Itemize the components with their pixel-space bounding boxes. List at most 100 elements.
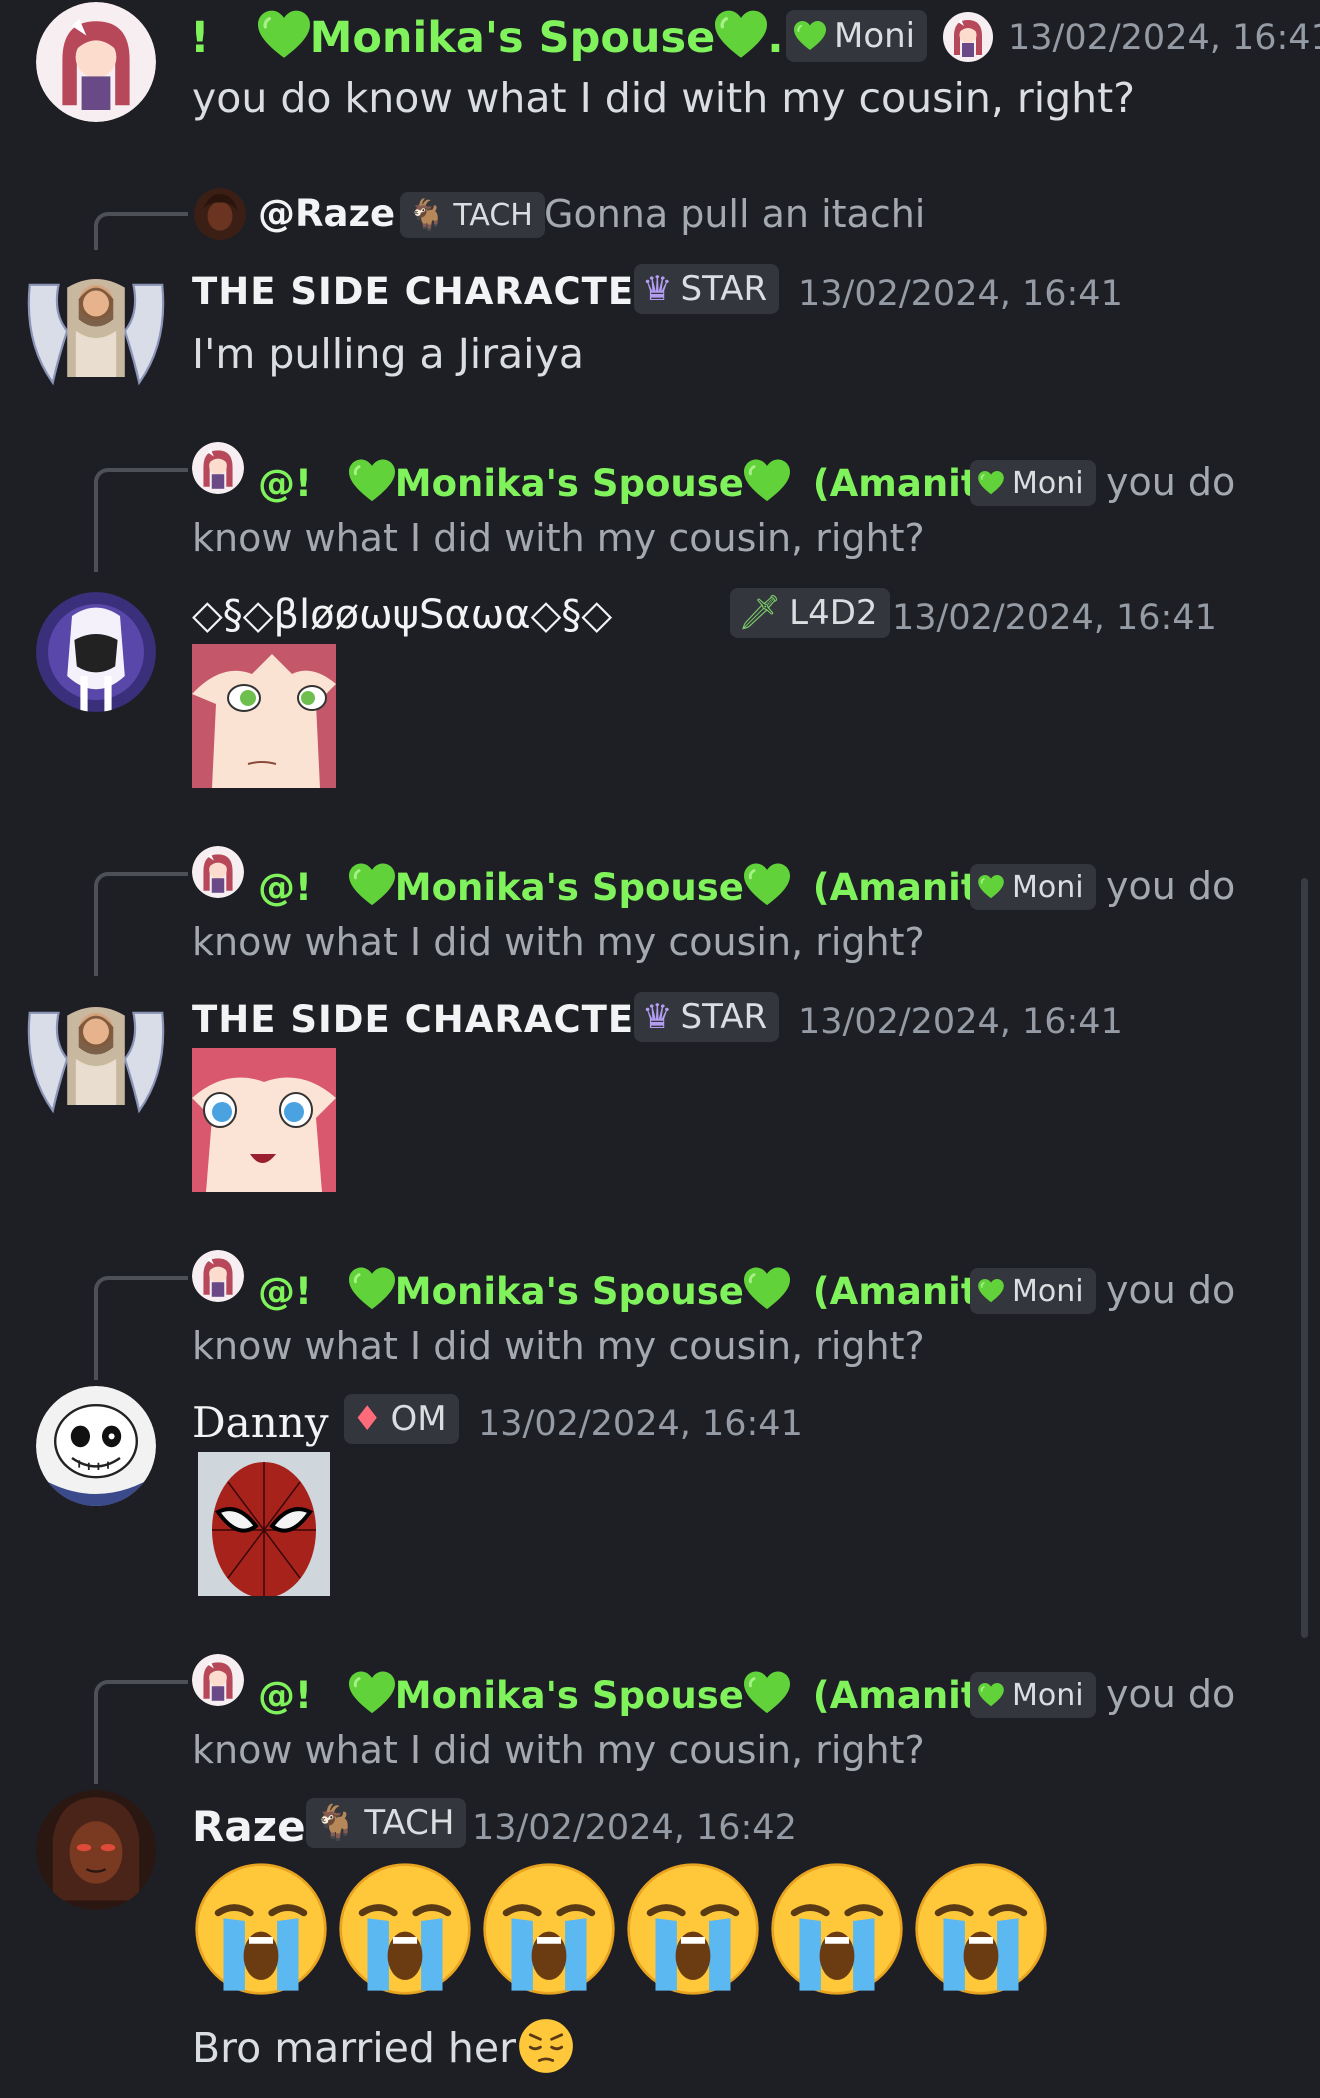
reply-connector — [94, 468, 188, 572]
message-text: Bro married her — [192, 2018, 574, 2074]
tag-label: STAR — [680, 997, 768, 1037]
reply-avatar[interactable] — [192, 442, 244, 494]
scrollbar[interactable] — [1301, 878, 1308, 1638]
green-heart-icon — [349, 1670, 395, 1716]
avatar-monika-spouse[interactable] — [36, 2, 156, 122]
author-name-side-character[interactable]: THE SIDE CHARACTER — [192, 998, 664, 1041]
role-tag-moni[interactable]: Moni — [970, 1672, 1096, 1718]
role-tag-om[interactable]: ♦ OM — [344, 1394, 459, 1444]
timestamp: 13/02/2024, 16:41 — [798, 274, 1123, 314]
reply-text-continued[interactable]: know what I did with my cousin, right? — [192, 1728, 925, 1772]
reply-author[interactable]: @Raze — [258, 192, 395, 235]
reply-name-text: Monika's Spouse — [394, 462, 744, 505]
tag-label: Moni — [1012, 869, 1084, 905]
tag-label: Moni — [1012, 1677, 1084, 1713]
reply-text[interactable]: you do — [1106, 460, 1235, 504]
sob-emoji-icon — [482, 1862, 616, 1996]
reply-author[interactable]: @! Monika's Spouse (Amanita) — [258, 458, 1020, 505]
green-heart-icon — [978, 471, 1004, 495]
reply-avatar[interactable] — [192, 1250, 244, 1302]
reply-name-text: Monika's Spouse — [394, 866, 744, 909]
author-name-bloow-sawa[interactable]: ◇§◇βløøωψSαωα◇§◇ — [192, 592, 612, 638]
role-tag-moni[interactable]: Moni — [970, 864, 1096, 910]
green-heart-icon — [794, 21, 826, 51]
tag-label: Moni — [1012, 465, 1084, 501]
green-heart-icon — [744, 1670, 790, 1716]
role-tag-star[interactable]: ♛ STAR — [634, 264, 780, 314]
sob-emoji-icon — [626, 1862, 760, 1996]
author-prefix: ! — [190, 13, 210, 63]
tag-label: Moni — [1012, 1273, 1084, 1309]
role-tag-moni[interactable]: Moni — [970, 460, 1096, 506]
reply-author[interactable]: @! Monika's Spouse (Amanita) — [258, 862, 1020, 909]
reply-connector — [94, 872, 188, 976]
sword-icon: 🗡 — [738, 593, 782, 633]
reply-avatar[interactable] — [192, 1654, 244, 1706]
attached-image-spiderman[interactable] — [198, 1452, 330, 1596]
crown-icon: ♛ — [642, 269, 673, 309]
reply-text-continued[interactable]: know what I did with my cousin, right? — [192, 1324, 925, 1368]
crown-icon: ♛ — [642, 997, 673, 1037]
reply-text[interactable]: Gonna pull an itachi — [544, 192, 925, 236]
goat-icon: 🐐 — [314, 1803, 357, 1843]
green-heart-icon — [978, 875, 1004, 899]
timestamp: 13/02/2024, 16:41 — [1008, 18, 1320, 58]
sob-emoji-icon — [194, 1862, 328, 1996]
author-name-danny[interactable]: Danny — [192, 1398, 329, 1447]
green-heart-icon — [349, 862, 395, 908]
timestamp: 13/02/2024, 16:42 — [472, 1808, 797, 1848]
avatar-danny[interactable] — [36, 1386, 156, 1506]
author-name-monika-spouse[interactable]: ! Monika's Spouse... — [190, 10, 816, 63]
avatar-side-character[interactable] — [24, 256, 168, 400]
tag-label: Moni — [834, 16, 916, 56]
reply-prefix: @! — [258, 1674, 312, 1717]
tag-label: TACH — [364, 1803, 455, 1843]
reply-name-text: Monika's Spouse — [394, 1270, 744, 1313]
reply-connector — [94, 1276, 188, 1380]
reply-prefix: @! — [258, 1270, 312, 1313]
sob-emoji-icon — [770, 1862, 904, 1996]
reply-avatar[interactable] — [192, 846, 244, 898]
attached-image-monika-worried[interactable] — [192, 644, 336, 788]
reply-author[interactable]: @! Monika's Spouse (Amanita) — [258, 1670, 1020, 1717]
reply-text[interactable]: you do — [1106, 1268, 1235, 1312]
role-tag-moni[interactable]: Moni — [786, 10, 928, 62]
author-name-raze[interactable]: Raze — [192, 1802, 306, 1851]
message-text: you do know what I did with my cousin, r… — [192, 74, 1135, 122]
message-text-content: Bro married her — [192, 2024, 516, 2072]
green-heart-icon — [744, 458, 790, 504]
green-heart-icon — [715, 10, 767, 60]
reply-connector — [94, 1680, 188, 1784]
reply-text-continued[interactable]: know what I did with my cousin, right? — [192, 920, 925, 964]
sob-emoji-icon — [338, 1862, 472, 1996]
tag-label: TACH — [453, 197, 533, 233]
reply-prefix: @! — [258, 866, 312, 909]
pensive-emoji-icon — [518, 2018, 574, 2074]
green-heart-icon — [744, 862, 790, 908]
green-heart-icon — [258, 10, 310, 60]
green-heart-icon — [349, 1266, 395, 1312]
reply-text-continued[interactable]: know what I did with my cousin, right? — [192, 516, 925, 560]
reply-avatar[interactable] — [194, 188, 246, 240]
author-name-side-character[interactable]: THE SIDE CHARACTER — [192, 270, 664, 313]
reply-text[interactable]: you do — [1106, 864, 1235, 908]
role-tag-moni[interactable]: Moni — [970, 1268, 1096, 1314]
small-avatar-icon — [942, 12, 994, 62]
avatar-side-character[interactable] — [24, 984, 168, 1128]
tag-label: L4D2 — [789, 593, 878, 633]
avatar-bloow-sawa[interactable] — [36, 592, 156, 712]
role-tag-tach[interactable]: 🐐 TACH — [306, 1798, 467, 1848]
green-heart-icon — [978, 1683, 1004, 1707]
tag-label: OM — [390, 1399, 447, 1439]
role-tag-tach[interactable]: 🐐 TACH — [400, 192, 545, 238]
role-tag-l4d2[interactable]: 🗡 L4D2 — [730, 588, 890, 638]
attached-image-sayori-surprised[interactable] — [192, 1048, 336, 1192]
avatar-raze[interactable] — [36, 1790, 156, 1910]
tag-label: STAR — [680, 269, 768, 309]
role-tag-star[interactable]: ♛ STAR — [634, 992, 780, 1042]
reply-text[interactable]: you do — [1106, 1672, 1235, 1716]
reply-author[interactable]: @! Monika's Spouse (Amanita) — [258, 1266, 1020, 1313]
timestamp: 13/02/2024, 16:41 — [478, 1404, 803, 1444]
gem-icon: ♦ — [352, 1399, 383, 1439]
green-heart-icon — [349, 458, 395, 504]
